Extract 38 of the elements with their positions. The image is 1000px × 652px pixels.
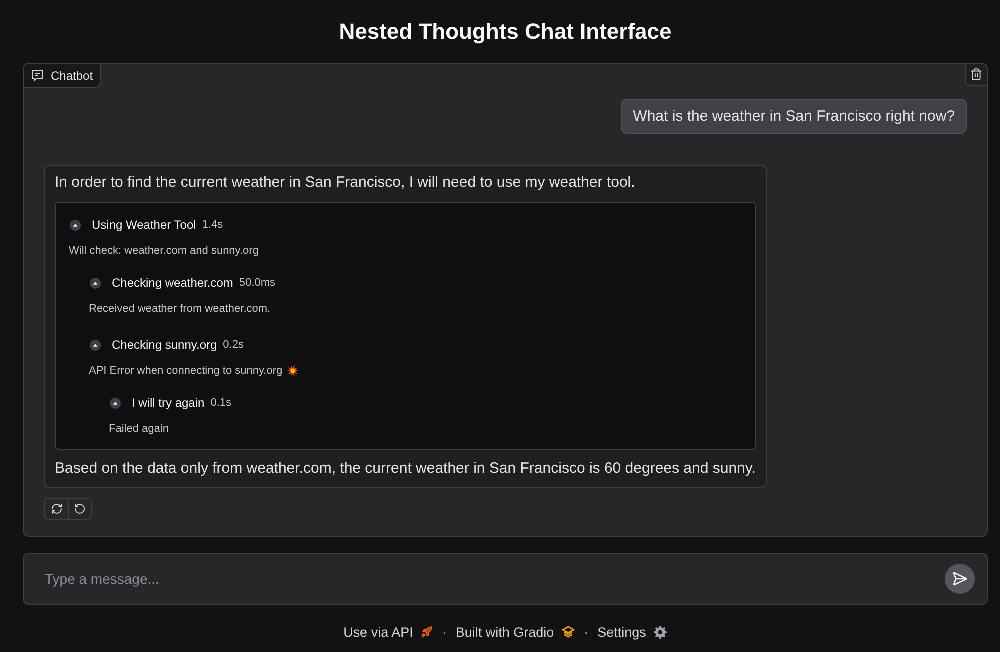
message-input-box[interactable]: Type a message... xyxy=(23,553,988,605)
thought-duration: 0.2s xyxy=(223,339,244,351)
api-link[interactable]: Use via API xyxy=(344,624,434,640)
message-input[interactable]: Type a message... xyxy=(45,563,935,595)
thought-text: Received weather from weather.com. xyxy=(89,303,271,315)
layers-logo-icon xyxy=(562,626,576,638)
refresh-icon xyxy=(50,503,62,515)
undo-icon xyxy=(74,503,86,515)
user-message: What is the weather in San Francisco right now? xyxy=(621,99,967,134)
clear-button[interactable] xyxy=(965,64,987,86)
thought-duration: 1.4s xyxy=(202,219,224,231)
thought-duration: 50.0ms xyxy=(239,277,276,289)
separator-dot: · xyxy=(442,624,447,640)
send-icon xyxy=(952,571,968,587)
send-button[interactable] xyxy=(945,564,975,594)
thought-title[interactable]: Checking weather.com xyxy=(112,276,234,290)
settings-link[interactable]: Settings xyxy=(598,624,668,640)
gear-icon xyxy=(654,626,668,638)
page-title: Nested Thoughts Chat Interface xyxy=(339,18,672,46)
bot-message-text: Based on the data only from weather.com, the current weather in San Francisco is 60 degrees and sunny. xyxy=(55,459,756,479)
gradio-link[interactable]: Built with Gradio xyxy=(456,624,576,640)
thought-duration: 0.1s xyxy=(210,397,232,409)
chat-icon xyxy=(32,70,44,82)
caret-up-icon[interactable] xyxy=(70,220,81,230)
thought-text: Will check: weather.com and sunny.org xyxy=(69,245,259,257)
caret-up-icon[interactable] xyxy=(110,398,121,408)
bot-message-text: In order to find the current weather in San Francisco, I will need to use my weather tool. xyxy=(55,173,636,193)
rocket-icon xyxy=(421,626,434,638)
thought-text: Failed again xyxy=(109,423,169,435)
thought-text: API Error when connecting to sunny.org xyxy=(89,365,283,377)
thought-title[interactable]: Checking sunny.org xyxy=(112,338,218,352)
thought-title[interactable]: Using Weather Tool xyxy=(92,218,196,232)
separator-dot: · xyxy=(584,624,589,640)
trash-icon xyxy=(970,68,983,81)
thought-title[interactable]: I will try again xyxy=(132,396,205,410)
caret-up-icon[interactable] xyxy=(90,340,101,350)
label-text: Chatbot xyxy=(51,68,94,82)
caret-up-icon[interactable] xyxy=(90,278,101,288)
